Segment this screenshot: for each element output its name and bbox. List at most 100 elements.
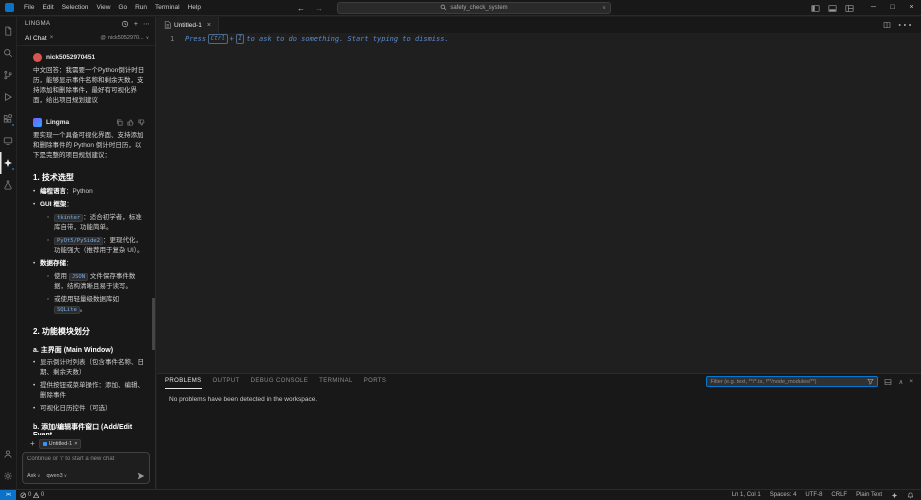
eol-status[interactable]: CRLF: [831, 492, 847, 498]
menu-view[interactable]: View: [92, 0, 114, 16]
chat-input[interactable]: [27, 456, 145, 462]
close-panel-icon[interactable]: ×: [909, 378, 913, 385]
chat-tab-icon: [42, 441, 47, 446]
model-label: qwen3: [46, 473, 63, 479]
lingma-badge: [10, 167, 15, 171]
menu-selection[interactable]: Selection: [58, 0, 93, 16]
list-item-json: 使用 JSON 文件保存事件数据，结构清晰且易于读写。: [47, 272, 147, 292]
history-icon[interactable]: [121, 20, 129, 28]
chat-session-tab[interactable]: Untitled-1 ×: [38, 438, 82, 449]
more-actions-icon[interactable]: ⋯: [897, 15, 913, 35]
cursor-position[interactable]: Ln 1, Col 1: [732, 492, 761, 498]
tab-output[interactable]: OUTPUT: [213, 374, 240, 389]
inline-code: PyQt5/PySide2: [54, 237, 104, 245]
copy-icon[interactable]: [116, 119, 123, 126]
chevron-down-icon: ∨: [37, 473, 41, 478]
window-minimize-button[interactable]: ─: [864, 0, 883, 16]
activity-source-control-icon[interactable]: [0, 64, 17, 86]
warning-icon: [32, 491, 40, 498]
tab-untitled-1[interactable]: Untitled-1 ×: [157, 17, 219, 33]
menu-run[interactable]: Run: [131, 0, 151, 16]
thumbs-down-icon[interactable]: [138, 119, 145, 126]
activity-lingma-icon[interactable]: [0, 152, 17, 174]
activity-extensions-icon[interactable]: [0, 108, 17, 130]
activity-explorer-icon[interactable]: [0, 20, 17, 42]
title-bar: File Edit Selection View Go Run Terminal…: [0, 0, 921, 16]
problems-filter[interactable]: [706, 376, 879, 387]
menu-file[interactable]: File: [20, 0, 38, 16]
toggle-sidebar-icon[interactable]: [811, 4, 820, 13]
sidebar-scrollbar-thumb[interactable]: [152, 298, 155, 350]
maximize-panel-icon[interactable]: ∧: [898, 378, 903, 386]
tab-problems[interactable]: PROBLEMS: [165, 374, 202, 389]
indentation-status[interactable]: Spaces: 4: [770, 492, 797, 498]
more-actions-icon[interactable]: ⋯: [143, 20, 150, 28]
nav-back-icon[interactable]: ←: [297, 4, 305, 13]
editor-pane[interactable]: 1 Press Ctrl + I to ask to do something.…: [157, 33, 921, 373]
list-item-gui: GUI 框架： tkinter：适合初学者，标准库自带，功能简单。 PyQt5/…: [33, 200, 147, 256]
bullet-text: ：Python: [66, 188, 93, 195]
hint-text: to ask to do something. Start typing to …: [246, 35, 449, 43]
section-modules-title: 2. 功能模块划分: [33, 327, 90, 336]
remote-indicator[interactable]: ><: [0, 489, 16, 500]
nav-forward-icon[interactable]: →: [315, 4, 323, 13]
tab-terminal[interactable]: TERMINAL: [319, 374, 353, 389]
thumbs-up-icon[interactable]: [127, 119, 134, 126]
new-chat-icon[interactable]: +: [134, 21, 138, 28]
toggle-panel-icon[interactable]: [828, 4, 837, 13]
tab-ports[interactable]: PORTS: [364, 374, 387, 389]
activity-search-icon[interactable]: [0, 42, 17, 64]
menu-help[interactable]: Help: [184, 0, 205, 16]
language-mode-status[interactable]: Plain Text: [856, 492, 882, 498]
activity-run-debug-icon[interactable]: [0, 86, 17, 108]
accounts-icon[interactable]: [0, 443, 17, 465]
account-menu[interactable]: @ nick5052970... ∨: [100, 35, 149, 41]
subsection-add-edit-window: b. 添加/编辑事件窗口 (Add/Edit Event: [33, 424, 133, 435]
split-editor-icon[interactable]: [883, 21, 891, 29]
lingma-avatar: [33, 118, 42, 127]
chevron-down-icon: ∨: [63, 473, 67, 478]
command-center-search[interactable]: safety_check_system ∨: [337, 2, 611, 14]
settings-gear-icon[interactable]: [0, 465, 17, 487]
activity-testing-icon[interactable]: [0, 174, 17, 196]
chat-tab-close-icon[interactable]: ×: [74, 441, 77, 447]
activity-remote-explorer-icon[interactable]: [0, 130, 17, 152]
lingma-sidebar: LINGMA + ⋯ AI Chat × @ nick5052970... ∨ …: [17, 17, 156, 489]
bullet-label: GUI 框架: [40, 201, 67, 208]
user-name: nick5052970451: [46, 54, 96, 61]
tab-ai-chat[interactable]: AI Chat: [25, 35, 47, 42]
section-tech-title: 1. 技术选型: [33, 173, 74, 182]
activity-bar: [0, 17, 17, 489]
menu-go[interactable]: Go: [114, 0, 131, 16]
window-maximize-button[interactable]: □: [883, 0, 902, 16]
bullet-text: 提供按钮或菜单操作：添加、编辑、删除事件: [40, 382, 144, 399]
encoding-status[interactable]: UTF-8: [805, 492, 822, 498]
send-button[interactable]: [137, 472, 145, 480]
close-chat-tab-icon[interactable]: ×: [50, 35, 54, 41]
chat-input-box[interactable]: Ask ∨ qwen3 ∨: [22, 452, 150, 484]
menu-terminal[interactable]: Terminal: [151, 0, 184, 16]
filter-funnel-icon[interactable]: [867, 378, 875, 385]
add-chat-tab-icon[interactable]: +: [30, 439, 35, 449]
inline-code: SQLite: [54, 306, 80, 314]
search-icon: [440, 4, 447, 11]
notifications-bell-icon[interactable]: [907, 492, 914, 499]
panel-layout-icon[interactable]: [884, 378, 892, 386]
problems-empty-message: No problems have been detected in the wo…: [169, 396, 318, 403]
model-selector[interactable]: qwen3 ∨: [46, 473, 67, 479]
filter-input[interactable]: [710, 378, 866, 385]
list-item-language: 编程语言：Python: [33, 187, 147, 197]
problems-status[interactable]: 0 0: [20, 491, 44, 499]
list-item: 显示倒计时列表（包含事件名称、日期、剩余天数）: [33, 358, 147, 378]
close-tab-icon[interactable]: ×: [207, 22, 211, 29]
customize-layout-icon[interactable]: [845, 4, 854, 13]
line-number: 1: [170, 35, 175, 43]
lingma-status-icon[interactable]: [891, 492, 898, 499]
chat-message-list[interactable]: nick5052970451 中文回答：我需要一个Python倒计时日历，能够显…: [17, 46, 155, 435]
tab-debug-console[interactable]: DEBUG CONSOLE: [251, 374, 309, 389]
mode-selector[interactable]: Ask ∨: [27, 473, 40, 479]
vscode-logo-icon: [5, 3, 14, 12]
status-bar: >< 0 0 Ln 1, Col 1 Spaces: 4 UTF-8 CRLF …: [0, 489, 921, 500]
window-close-button[interactable]: ×: [902, 0, 921, 16]
menu-edit[interactable]: Edit: [38, 0, 57, 16]
